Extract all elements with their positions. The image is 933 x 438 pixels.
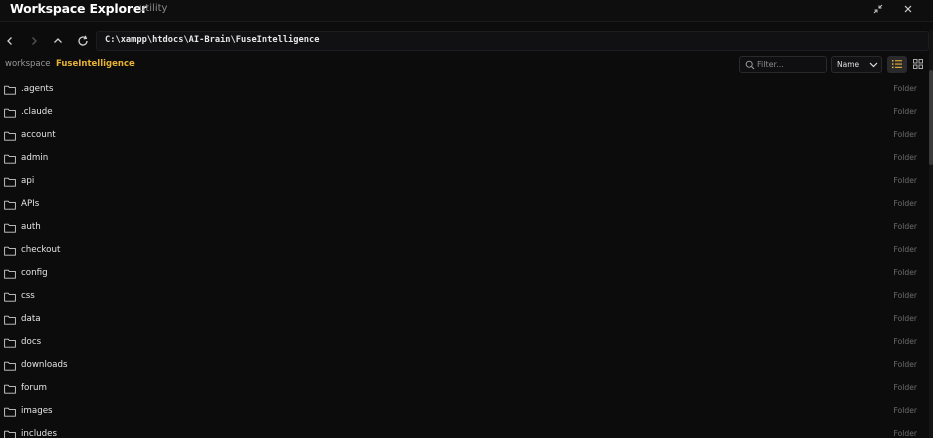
breadcrumb-root[interactable]: workspace (5, 59, 51, 69)
title-bar: Workspace Explorer utility (0, 0, 933, 22)
list-icon (892, 60, 902, 69)
file-type: Folder (893, 130, 917, 139)
file-type: Folder (893, 429, 917, 438)
folder-icon (4, 315, 16, 325)
chevron-down-icon (869, 62, 878, 68)
file-row[interactable]: api Folder (0, 171, 929, 194)
file-type: Folder (893, 291, 917, 300)
collapse-icon (873, 4, 883, 14)
file-type: Folder (893, 199, 917, 208)
file-row[interactable]: downloads Folder (0, 355, 929, 378)
file-row[interactable]: css Folder (0, 286, 929, 309)
up-button[interactable] (50, 33, 66, 49)
folder-icon (4, 200, 16, 210)
file-name: .agents (21, 84, 54, 94)
folder-icon (4, 292, 16, 302)
chevron-right-icon (32, 37, 37, 45)
file-type: Folder (893, 245, 917, 254)
file-name: api (21, 176, 35, 186)
sort-label: Name (837, 60, 860, 69)
file-name: auth (21, 222, 41, 232)
file-row[interactable]: .claude Folder (0, 102, 929, 125)
file-type: Folder (893, 337, 917, 346)
toolbar: workspace FuseIntelligence Name (0, 55, 929, 75)
folder-icon (4, 223, 16, 233)
folder-icon (4, 361, 16, 371)
file-type: Folder (893, 406, 917, 415)
grid-icon (913, 59, 923, 69)
file-type: Folder (893, 176, 917, 185)
file-row[interactable]: checkout Folder (0, 240, 929, 263)
breadcrumb-current[interactable]: FuseIntelligence (56, 59, 135, 69)
grid-view-button[interactable] (908, 56, 928, 73)
path-text[interactable]: C:\xampp\htdocs\AI-Brain\FuseIntelligenc… (105, 35, 319, 45)
filter-input[interactable] (757, 58, 823, 71)
path-bar: C:\xampp\htdocs\AI-Brain\FuseIntelligenc… (0, 30, 929, 52)
file-type: Folder (893, 360, 917, 369)
file-type: Folder (893, 153, 917, 162)
file-row[interactable]: account Folder (0, 125, 929, 148)
folder-icon (4, 108, 16, 118)
file-name: css (21, 291, 35, 301)
file-name: .claude (21, 107, 53, 117)
close-icon (904, 5, 912, 13)
file-name: config (21, 268, 48, 278)
file-name: includes (21, 429, 58, 438)
chevron-up-icon (54, 38, 62, 43)
file-row[interactable]: APIs Folder (0, 194, 929, 217)
folder-icon (4, 177, 16, 187)
list-view-button[interactable] (887, 56, 907, 73)
file-name: data (21, 314, 41, 324)
back-button[interactable] (2, 33, 18, 49)
path-field[interactable]: C:\xampp\htdocs\AI-Brain\FuseIntelligenc… (96, 31, 929, 51)
close-button[interactable] (895, 0, 921, 20)
file-name: APIs (21, 199, 40, 209)
file-name: checkout (21, 245, 61, 255)
file-name: forum (21, 383, 47, 393)
forward-button[interactable] (26, 33, 42, 49)
scrollbar[interactable] (929, 30, 933, 438)
folder-icon (4, 430, 16, 438)
file-name: admin (21, 153, 49, 163)
file-row[interactable]: auth Folder (0, 217, 929, 240)
file-type: Folder (893, 84, 917, 93)
file-name: docs (21, 337, 42, 347)
filter-field[interactable] (739, 56, 827, 73)
file-type: Folder (893, 222, 917, 231)
minimize-button[interactable] (865, 0, 891, 20)
file-type: Folder (893, 383, 917, 392)
folder-icon (4, 407, 16, 417)
folder-icon (4, 384, 16, 394)
folder-icon (4, 338, 16, 348)
file-type: Folder (893, 107, 917, 116)
refresh-button[interactable] (75, 33, 91, 49)
folder-icon (4, 154, 16, 164)
file-type: Folder (893, 268, 917, 277)
refresh-icon (78, 35, 88, 46)
file-row[interactable]: data Folder (0, 309, 929, 332)
file-row[interactable]: forum Folder (0, 378, 929, 401)
file-row[interactable]: .agents Folder (0, 79, 929, 102)
search-icon (745, 60, 755, 70)
file-row[interactable]: docs Folder (0, 332, 929, 355)
file-name: account (21, 130, 56, 140)
folder-icon (4, 246, 16, 256)
file-list: .agents Folder .claude Folder account Folder a… (0, 79, 929, 438)
file-row[interactable]: includes Folder (0, 424, 929, 438)
window-title: Workspace Explorer (10, 1, 148, 16)
sort-select[interactable]: Name (831, 56, 882, 73)
scrollbar-thumb[interactable] (929, 70, 933, 165)
file-row[interactable]: images Folder (0, 401, 929, 424)
file-name: images (21, 406, 53, 416)
folder-icon (4, 269, 16, 279)
file-row[interactable]: config Folder (0, 263, 929, 286)
file-name: downloads (21, 360, 68, 370)
file-row[interactable]: admin Folder (0, 148, 929, 171)
window-subtitle: utility (139, 3, 168, 14)
folder-icon (4, 85, 16, 95)
file-type: Folder (893, 314, 917, 323)
folder-icon (4, 131, 16, 141)
chevron-left-icon (7, 37, 12, 45)
